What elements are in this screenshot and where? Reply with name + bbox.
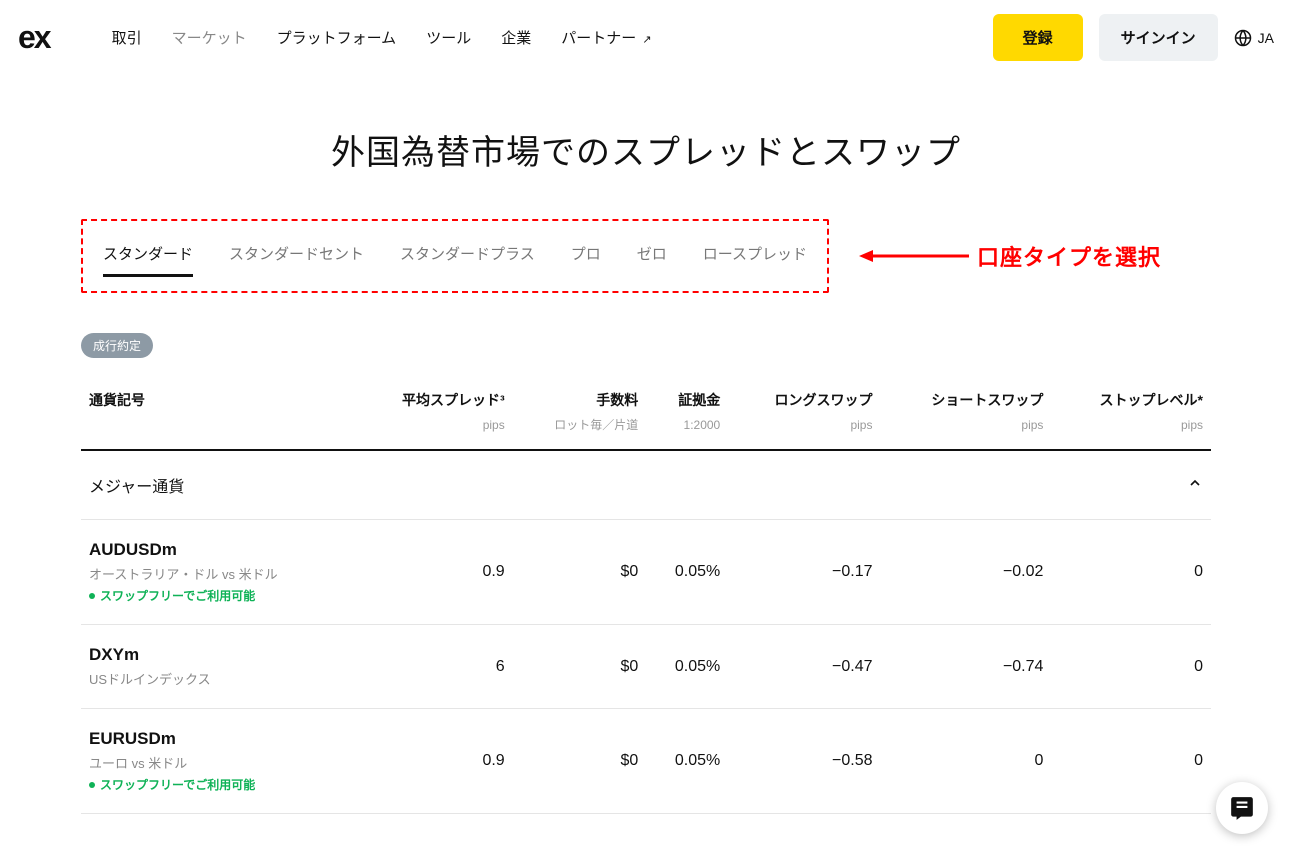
table-subheader-row: pips ロット毎／片道 1:2000 pips pips pips bbox=[81, 416, 1211, 450]
col-symbol-sub bbox=[81, 416, 354, 450]
cell-margin: 0.05% bbox=[646, 625, 728, 709]
swap-free-badge: スワップフリーでご利用可能 bbox=[89, 776, 346, 793]
cell-spread: 0.9 bbox=[354, 520, 512, 625]
nav-platform[interactable]: プラットフォーム bbox=[277, 27, 397, 48]
annotation: 口座タイプを選択 bbox=[859, 240, 1161, 272]
main-content: スタンダード スタンダードセント スタンダードプラス プロ ゼロ ロースプレッド… bbox=[81, 219, 1211, 814]
col-stop-level-sub: pips bbox=[1051, 416, 1211, 450]
cell-long-swap: −0.17 bbox=[728, 520, 880, 625]
col-short-swap-sub: pips bbox=[880, 416, 1051, 450]
main-nav: 取引 マーケット プラットフォーム ツール 企業 パートナー ↗ bbox=[112, 27, 652, 48]
cell-long-swap: −0.58 bbox=[728, 709, 880, 814]
tab-pro[interactable]: プロ bbox=[571, 243, 601, 277]
symbol-description: ユーロ vs 米ドル bbox=[89, 753, 346, 772]
cell-fee: $0 bbox=[513, 625, 647, 709]
table-row[interactable]: EURUSDm ユーロ vs 米ドル スワップフリーでご利用可能 0.9 $0 … bbox=[81, 709, 1211, 814]
cell-spread: 0.9 bbox=[354, 709, 512, 814]
cell-fee: $0 bbox=[513, 709, 647, 814]
header: ex 取引 マーケット プラットフォーム ツール 企業 パートナー ↗ 登録 サ… bbox=[0, 0, 1292, 75]
symbol-description: USドルインデックス bbox=[89, 669, 346, 688]
symbol-code: AUDUSDm bbox=[89, 540, 346, 560]
col-spread: 平均スプレッド³ bbox=[354, 376, 512, 416]
symbol-code: DXYm bbox=[89, 645, 346, 665]
swap-free-badge: スワップフリーでご利用可能 bbox=[89, 587, 346, 604]
cell-fee: $0 bbox=[513, 520, 647, 625]
nav-trading[interactable]: 取引 bbox=[112, 27, 142, 48]
cell-short-swap: −0.74 bbox=[880, 625, 1051, 709]
cell-short-swap: 0 bbox=[880, 709, 1051, 814]
col-margin: 証拠金 bbox=[646, 376, 728, 416]
execution-badge: 成行約定 bbox=[81, 333, 153, 358]
table-row[interactable]: AUDUSDm オーストラリア・ドル vs 米ドル スワップフリーでご利用可能 … bbox=[81, 520, 1211, 625]
logo[interactable]: ex bbox=[18, 19, 50, 56]
page-title: 外国為替市場でのスプレッドとスワップ bbox=[0, 125, 1292, 174]
cell-symbol: AUDUSDm オーストラリア・ドル vs 米ドル スワップフリーでご利用可能 bbox=[81, 520, 354, 625]
header-actions: 登録 サインイン JA bbox=[993, 14, 1274, 61]
cell-long-swap: −0.47 bbox=[728, 625, 880, 709]
group-toggle[interactable] bbox=[1051, 450, 1211, 520]
tab-zero[interactable]: ゼロ bbox=[637, 243, 667, 277]
col-fee: 手数料 bbox=[513, 376, 647, 416]
chat-icon bbox=[1229, 795, 1255, 821]
cell-stop-level: 0 bbox=[1051, 625, 1211, 709]
register-button[interactable]: 登録 bbox=[993, 14, 1083, 61]
cell-stop-level: 0 bbox=[1051, 709, 1211, 814]
col-short-swap: ショートスワップ bbox=[880, 376, 1051, 416]
cell-spread: 6 bbox=[354, 625, 512, 709]
tab-raw-spread[interactable]: ロースプレッド bbox=[703, 243, 807, 277]
table-header-row: 通貨記号 平均スプレッド³ 手数料 証拠金 ロングスワップ ショートスワップ ス… bbox=[81, 376, 1211, 416]
nav-tools[interactable]: ツール bbox=[426, 27, 471, 48]
nav-market[interactable]: マーケット bbox=[172, 27, 247, 48]
language-label: JA bbox=[1258, 30, 1274, 46]
nav-partner[interactable]: パートナー ↗ bbox=[561, 27, 651, 48]
col-symbol: 通貨記号 bbox=[81, 376, 354, 416]
tabs-wrapper: スタンダード スタンダードセント スタンダードプラス プロ ゼロ ロースプレッド… bbox=[81, 219, 1211, 293]
symbol-code: EURUSDm bbox=[89, 729, 346, 749]
signin-button[interactable]: サインイン bbox=[1099, 14, 1218, 61]
annotation-text: 口座タイプを選択 bbox=[977, 240, 1161, 272]
cell-margin: 0.05% bbox=[646, 520, 728, 625]
external-link-icon: ↗ bbox=[642, 34, 651, 46]
col-spread-sub: pips bbox=[354, 416, 512, 450]
tab-standard-cent[interactable]: スタンダードセント bbox=[229, 243, 364, 277]
col-margin-sub: 1:2000 bbox=[646, 416, 728, 450]
group-row-majors[interactable]: メジャー通貨 bbox=[81, 450, 1211, 520]
tab-standard-plus[interactable]: スタンダードプラス bbox=[400, 243, 535, 277]
cell-symbol: EURUSDm ユーロ vs 米ドル スワップフリーでご利用可能 bbox=[81, 709, 354, 814]
table-row[interactable]: DXYm USドルインデックス 6 $0 0.05% −0.47 −0.74 0 bbox=[81, 625, 1211, 709]
cell-margin: 0.05% bbox=[646, 709, 728, 814]
col-stop-level: ストップレベル* bbox=[1051, 376, 1211, 416]
group-label: メジャー通貨 bbox=[81, 450, 1051, 520]
account-type-tabs: スタンダード スタンダードセント スタンダードプラス プロ ゼロ ロースプレッド bbox=[81, 219, 829, 293]
arrow-icon bbox=[859, 246, 969, 266]
col-long-swap: ロングスワップ bbox=[728, 376, 880, 416]
nav-company[interactable]: 企業 bbox=[501, 27, 531, 48]
col-fee-sub: ロット毎／片道 bbox=[513, 416, 647, 450]
symbol-description: オーストラリア・ドル vs 米ドル bbox=[89, 564, 346, 583]
chat-button[interactable] bbox=[1216, 782, 1268, 834]
spreads-table: 通貨記号 平均スプレッド³ 手数料 証拠金 ロングスワップ ショートスワップ ス… bbox=[81, 376, 1211, 814]
tab-standard[interactable]: スタンダード bbox=[103, 243, 193, 277]
col-long-swap-sub: pips bbox=[728, 416, 880, 450]
cell-symbol: DXYm USドルインデックス bbox=[81, 625, 354, 709]
language-switcher[interactable]: JA bbox=[1234, 29, 1274, 47]
globe-icon bbox=[1234, 29, 1252, 47]
cell-stop-level: 0 bbox=[1051, 520, 1211, 625]
cell-short-swap: −0.02 bbox=[880, 520, 1051, 625]
chevron-up-icon bbox=[1187, 475, 1203, 491]
